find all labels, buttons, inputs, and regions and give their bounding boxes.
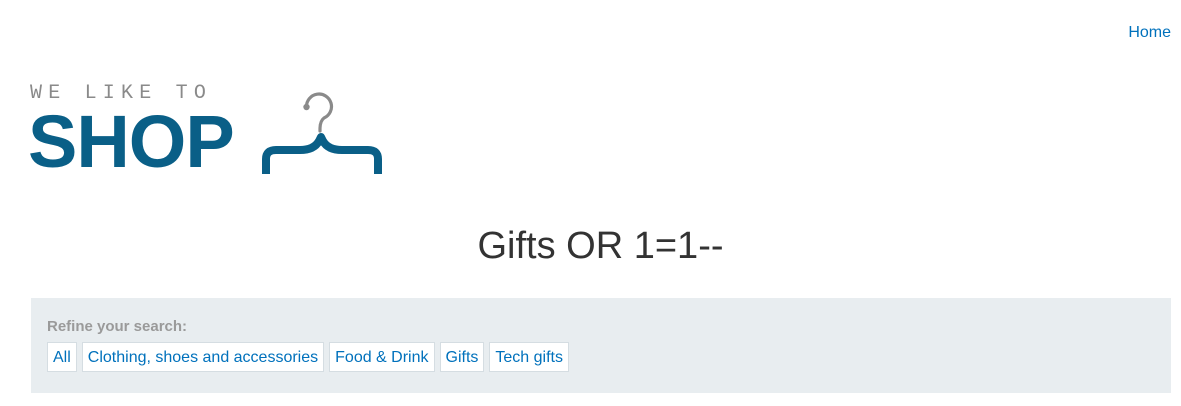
filter-food-drink[interactable]: Food & Drink — [329, 342, 435, 372]
category-filter-list: All Clothing, shoes and accessories Food… — [47, 342, 569, 372]
top-nav: Home — [1128, 24, 1171, 42]
page-title: Gifts OR 1=1-- — [477, 225, 724, 267]
filter-gifts[interactable]: Gifts — [439, 342, 485, 372]
page: Home WE LIKE TO SHOP Gifts OR 1=1-- Refi… — [0, 0, 1181, 406]
filter-tech-gifts[interactable]: Tech gifts — [489, 342, 569, 372]
nav-home-link[interactable]: Home — [1128, 24, 1171, 41]
filter-clothing-shoes-accessories[interactable]: Clothing, shoes and accessories — [81, 342, 325, 372]
refine-search-panel: Refine your search: All Clothing, shoes … — [31, 298, 1171, 393]
filter-all[interactable]: All — [47, 342, 77, 372]
logo-wordmark: SHOP — [28, 100, 235, 183]
site-logo[interactable]: WE LIKE TO SHOP — [28, 82, 390, 182]
refine-search-label: Refine your search: — [47, 318, 188, 335]
clothes-hanger-icon — [262, 92, 382, 174]
